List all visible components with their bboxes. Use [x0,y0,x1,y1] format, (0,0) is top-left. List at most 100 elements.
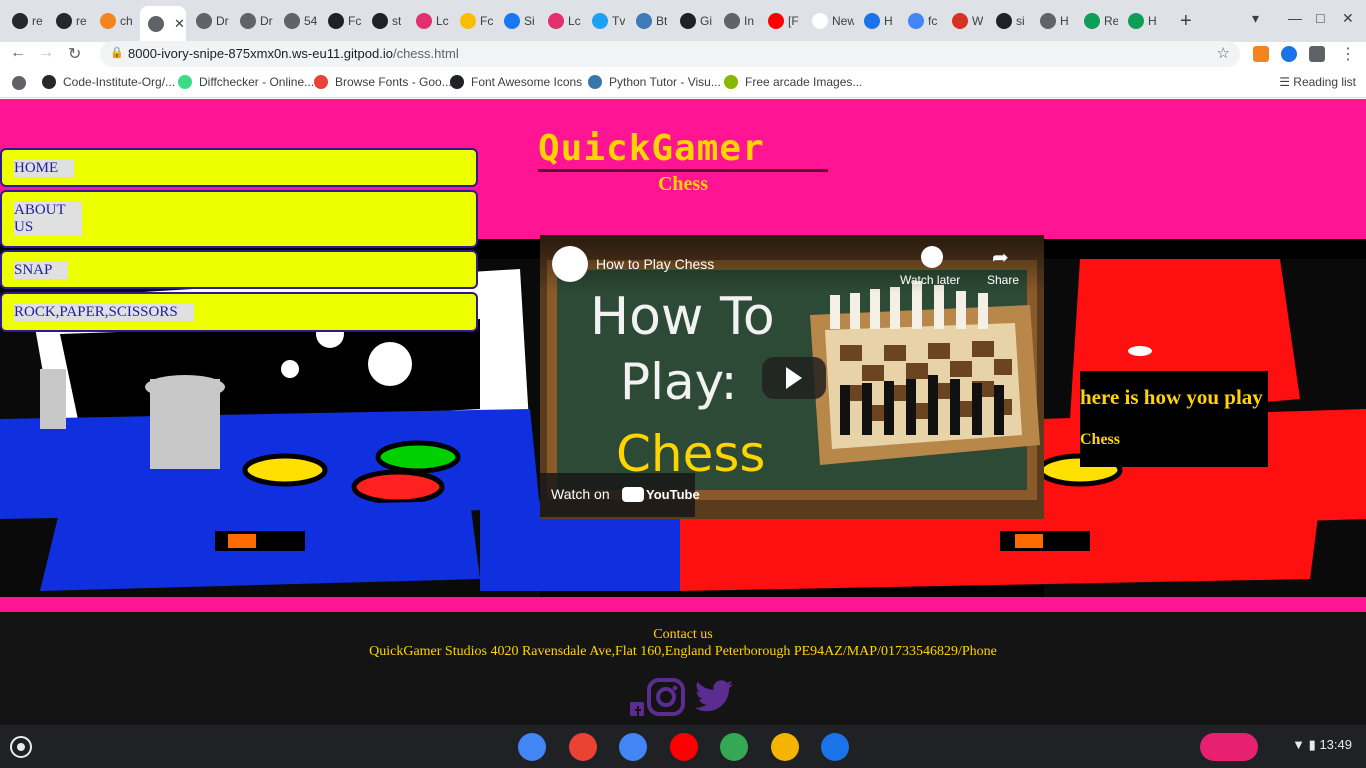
browser-tab[interactable]: H [1124,8,1162,34]
bookmark-item[interactable]: Free arcade Images... [724,75,862,89]
tab-favicon-icon [148,16,164,32]
bookmark-label: Python Tutor - Visu... [609,75,721,89]
nav-snap-link[interactable]: SNAP [0,250,478,289]
clock-time: 13:49 [1319,737,1352,752]
wifi-icon: ▼ [1292,737,1306,752]
browser-tab[interactable]: In [720,8,758,34]
browser-tab[interactable]: Re [1080,8,1118,34]
browser-tab[interactable]: H [860,8,898,34]
site-logo[interactable]: QuickGamer [538,129,828,172]
watch-later-label[interactable]: Watch later [900,273,960,287]
os-shelf: ▼ ▮ 13:49 [0,725,1366,768]
twitter-icon[interactable] [695,680,735,714]
browser-tab[interactable]: fc [904,8,942,34]
puzzle-icon[interactable] [1309,46,1325,62]
minimize-icon[interactable]: — [1288,10,1302,26]
tab-label: Fc [480,14,494,28]
browser-tab[interactable]: Bt [632,8,670,34]
browser-tab[interactable]: New T [808,8,854,34]
play-store-app-icon[interactable] [720,733,748,761]
docs-app-icon[interactable] [619,733,647,761]
share-label[interactable]: Share [987,273,1019,287]
page-viewport: HOME ABOUT US SNAP ROCK,PAPER,SCISSORS Q… [0,99,1366,725]
browser-tab[interactable]: Gi [676,8,714,34]
tab-label: In [744,14,755,28]
nav-about-link[interactable]: ABOUT US [0,190,478,248]
browser-tab[interactable]: st [368,8,406,34]
share-icon[interactable]: ➦ [992,245,1009,270]
address-bar[interactable]: 🔒 8000-ivory-snipe-875xmx0n.ws-eu11.gitp… [100,41,1240,67]
slides-app-icon[interactable] [770,733,799,761]
contact-address: QuickGamer Studios 4020 Ravensdale Ave,F… [369,644,997,659]
reading-list-button[interactable]: ☰ Reading list [1279,75,1356,89]
tab-favicon-icon [504,13,520,29]
browser-tab[interactable]: si [992,8,1030,34]
nav-rps-link[interactable]: ROCK,PAPER,SCISSORS [0,292,478,332]
browser-tab[interactable]: Lc [412,8,450,34]
tab-label: Gi [700,14,712,28]
channel-avatar[interactable] [552,246,588,282]
back-icon[interactable]: ← [10,44,26,62]
tab-label: [F [788,14,799,28]
launcher-icon[interactable] [10,736,32,758]
skype-extension-icon[interactable] [1281,46,1297,62]
youtube-embed[interactable]: How to Play Chess Watch later ➦ Share Ho… [540,235,1044,519]
bookmark-label: Browse Fonts - Goo... [335,75,452,89]
video-title[interactable]: How to Play Chess [596,256,714,272]
browser-tab[interactable]: Si [500,8,538,34]
nav-snap-label: SNAP [14,262,69,279]
reload-icon[interactable]: ↻ [68,44,81,64]
browser-tab[interactable]: Lc [544,8,582,34]
tab-active[interactable]: ✕ [140,6,186,42]
clock-icon[interactable] [921,246,943,268]
browser-tab[interactable]: W [948,8,986,34]
gmail-app-icon[interactable] [568,733,597,761]
tab-favicon-icon [680,13,696,29]
close-window-icon[interactable]: ✕ [1342,10,1354,27]
tab-favicon-icon [996,13,1012,29]
extension-icon[interactable] [1253,46,1269,62]
browser-tab[interactable]: re [52,8,90,34]
browser-tab[interactable]: 54 [280,8,318,34]
forward-icon[interactable]: → [38,44,54,62]
browser-tab[interactable]: Fc [324,8,362,34]
youtube-app-icon[interactable] [669,733,698,761]
lock-icon: 🔒 [110,47,124,59]
tote-thumbnail[interactable] [1200,733,1258,761]
browser-tab[interactable]: [F [764,8,802,34]
files-app-icon[interactable] [821,733,849,761]
maximize-icon[interactable]: □ [1316,10,1324,26]
bookmark-item[interactable]: Browse Fonts - Goo... [314,75,452,89]
browser-tab[interactable]: H [1036,8,1074,34]
apps-icon[interactable] [12,76,26,90]
watch-on-youtube-button[interactable]: Watch on YouTube [540,473,700,517]
browser-tab[interactable]: Tv [588,8,626,34]
bookmark-favicon-icon [178,75,192,89]
info-title: here is how you play [1080,385,1263,409]
tab-label: si [1016,14,1025,28]
bookmark-favicon-icon [314,75,328,89]
play-button[interactable] [762,357,826,399]
browser-tab[interactable]: Dr [236,8,274,34]
bookmark-item[interactable]: Code-Institute-Org/... [42,75,175,89]
tab-label: H [1148,14,1157,28]
bookmark-item[interactable]: Python Tutor - Visu... [588,75,721,89]
bookmark-item[interactable]: Font Awesome Icons [450,75,582,89]
system-tray[interactable]: ▼ ▮ 13:49 [1292,737,1352,753]
browser-tab[interactable]: Fc [456,8,494,34]
facebook-icon[interactable] [630,702,644,716]
tab-close-icon[interactable]: ✕ [174,16,185,32]
new-tab-icon[interactable]: + [1180,10,1192,33]
bookmark-star-icon[interactable]: ☆ [1217,44,1230,62]
instagram-icon[interactable] [647,678,685,716]
nav-home-link[interactable]: HOME [0,148,478,187]
bookmark-item[interactable]: Diffchecker - Online... [178,75,314,89]
browser-tab[interactable]: re [8,8,46,34]
tab-favicon-icon [592,13,608,29]
menu-kebab-icon[interactable]: ⋮ [1340,44,1356,64]
chrome-app-icon[interactable] [518,733,546,761]
browser-tab[interactable]: ch [96,8,134,34]
tab-search-icon[interactable]: ▾ [1252,10,1259,27]
browser-tab[interactable]: Dr [192,8,230,34]
tab-label: Dr [216,14,229,28]
